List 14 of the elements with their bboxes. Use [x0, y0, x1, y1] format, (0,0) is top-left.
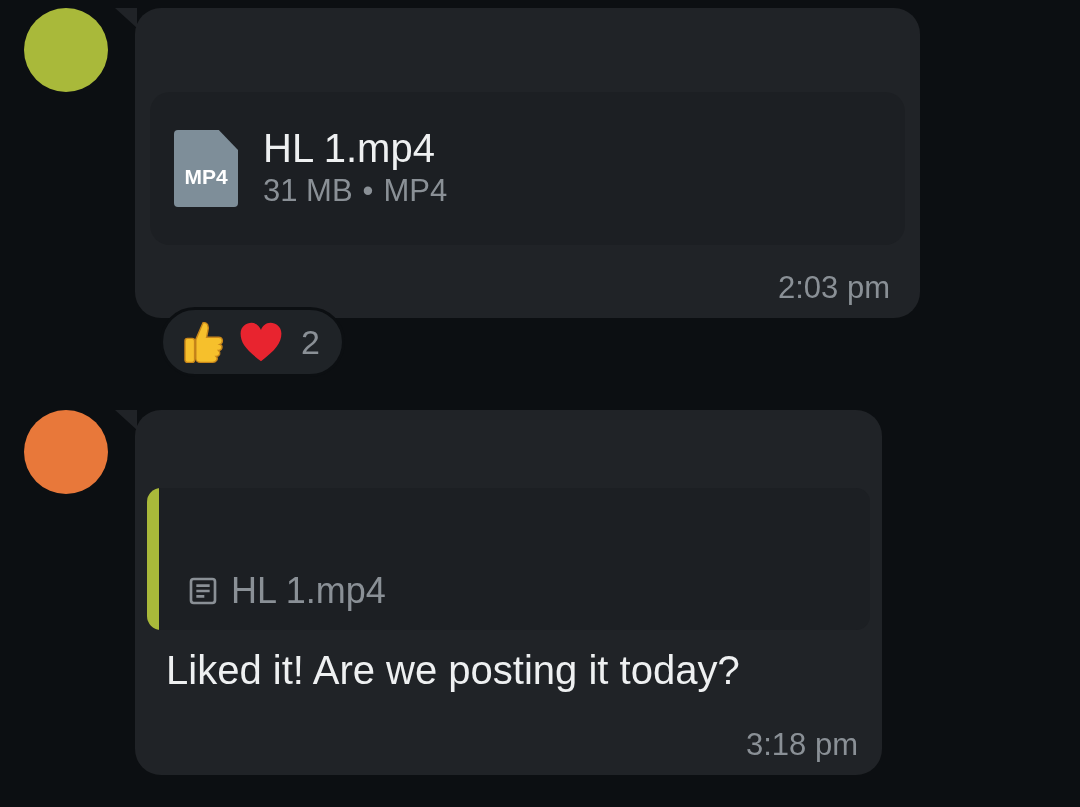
file-name: HL 1.mp4 — [263, 126, 436, 171]
message-time: 3:18 pm — [746, 727, 858, 763]
document-icon — [187, 575, 219, 607]
file-type-label: MP4 — [184, 164, 228, 189]
message-time: 2:03 pm — [778, 270, 890, 306]
quoted-message[interactable]: HL 1.mp4 — [147, 488, 870, 630]
separator-dot: • — [362, 173, 374, 209]
message-text: Liked it! Are we posting it today? — [165, 647, 741, 693]
reactions-pill[interactable]: 2 — [160, 307, 345, 377]
quoted-file-name: HL 1.mp4 — [231, 570, 386, 612]
file-attachment[interactable]: MP4 HL 1.mp4 31 MB • MP4 — [150, 92, 905, 245]
file-type: MP4 — [383, 173, 448, 209]
reaction-count: 2 — [301, 322, 320, 362]
file-size: 31 MB — [263, 173, 353, 209]
